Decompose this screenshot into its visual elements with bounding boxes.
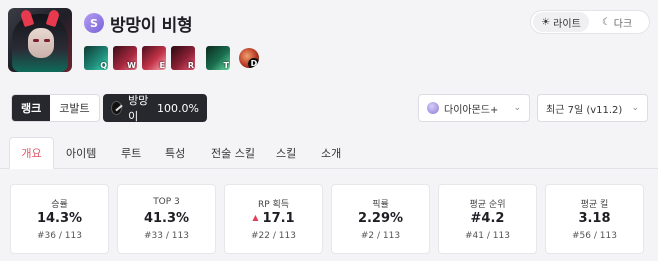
stat-value: 14.3% (36, 211, 83, 226)
bat-icon (111, 101, 123, 115)
stat-card-avg-kills: 평균 킬 3.18 #56 / 113 (545, 184, 644, 254)
chevron-down-icon: ⌄ (631, 103, 639, 113)
weapon-name: 방망이 (128, 94, 149, 123)
skill-d-icon[interactable]: D (239, 48, 259, 68)
stat-title: 평균 킬 (580, 200, 609, 210)
stat-card-pick-rate: 픽률 2.29% #2 / 113 (331, 184, 430, 254)
tier-badge: S (84, 13, 104, 33)
theme-toggle[interactable]: ☀ 라이트 ☾ 다크 (530, 10, 650, 34)
skill-w-icon[interactable]: W (113, 46, 137, 70)
stat-rank: #36 / 113 (37, 231, 82, 241)
tier-dropdown-value: 다이아몬드+ (444, 104, 499, 116)
stat-value: 3.18 (578, 211, 611, 226)
stat-rank: #56 / 113 (572, 231, 617, 241)
stat-title: 픽률 (372, 200, 389, 210)
stat-rank: #41 / 113 (465, 231, 510, 241)
champion-portrait (8, 8, 72, 72)
theme-light-option[interactable]: ☀ 라이트 (533, 12, 589, 32)
stat-value: #4.2 (470, 211, 505, 226)
stat-title: 승률 (51, 200, 68, 210)
stat-card-avg-rank: 평균 순위 #4.2 #41 / 113 (438, 184, 537, 254)
tab-skills[interactable]: 스킬 (276, 137, 296, 168)
mode-rank-button[interactable]: 랭크 (12, 95, 51, 121)
stat-title: 평균 순위 (469, 200, 506, 210)
skill-e-icon[interactable]: E (142, 46, 166, 70)
skill-r-icon[interactable]: R (171, 46, 195, 70)
trend-up-icon: ▲ (252, 213, 259, 222)
stat-value: ▲ 17.1 (252, 211, 295, 226)
stat-value: 41.3% (143, 211, 190, 226)
version-dropdown[interactable]: 최근 7일 (v11.2) ⌄ (537, 94, 648, 122)
champion-name-row: S 방망이 비형 (84, 12, 193, 36)
stat-value: 2.29% (357, 211, 404, 226)
stat-card-win-rate: 승률 14.3% #36 / 113 (10, 184, 109, 254)
tab-bar: 개요 아이템 루트 특성 전술 스킬 스킬 소개 (0, 137, 658, 169)
weapon-selector[interactable]: 방망이 100.0% (103, 94, 207, 123)
stat-title: RP 획득 (257, 200, 290, 210)
diamond-icon (427, 102, 439, 114)
stat-rank: #22 / 113 (251, 231, 296, 241)
stats-row: 승률 14.3% #36 / 113 TOP 3 41.3% #33 / 113… (10, 184, 650, 254)
stat-rank: #33 / 113 (144, 231, 189, 241)
tier-dropdown[interactable]: 다이아몬드+ ⌄ (418, 94, 530, 122)
filter-controls: 랭크 코발트 방망이 100.0% 다이아몬드+ ⌄ 최근 7일 (v11.2)… (0, 94, 658, 123)
theme-dark-option[interactable]: ☾ 다크 (589, 12, 645, 32)
tab-intro[interactable]: 소개 (321, 137, 341, 168)
tab-overview[interactable]: 개요 (9, 137, 54, 169)
stat-title: TOP 3 (153, 197, 180, 207)
mode-cobalt-button[interactable]: 코발트 (50, 95, 98, 121)
skill-q-icon[interactable]: Q (84, 46, 108, 70)
stat-rank: #2 / 113 (360, 231, 401, 241)
tab-tactical-skill[interactable]: 전술 스킬 (211, 137, 255, 168)
sun-icon: ☀ (541, 16, 551, 28)
stat-card-rp-gain: RP 획득 ▲ 17.1 #22 / 113 (224, 184, 323, 254)
stat-card-top3: TOP 3 41.3% #33 / 113 (117, 184, 216, 254)
champion-header: S 방망이 비형 Q W E R T D ☀ 라이트 ☾ 다크 (0, 0, 658, 80)
weapon-rate: 100.0% (157, 101, 199, 115)
skill-t-icon[interactable]: T (206, 46, 230, 70)
chevron-down-icon: ⌄ (513, 103, 521, 113)
tab-traits[interactable]: 특성 (165, 137, 185, 168)
version-dropdown-value: 최근 7일 (v11.2) (546, 104, 623, 116)
tab-items[interactable]: 아이템 (66, 137, 96, 168)
champion-name: 방망이 비형 (110, 15, 193, 36)
mode-switch: 랭크 코발트 (11, 94, 100, 122)
skill-list: Q W E R T D (84, 46, 264, 70)
tab-route[interactable]: 루트 (121, 137, 141, 168)
moon-icon: ☾ (601, 16, 611, 28)
